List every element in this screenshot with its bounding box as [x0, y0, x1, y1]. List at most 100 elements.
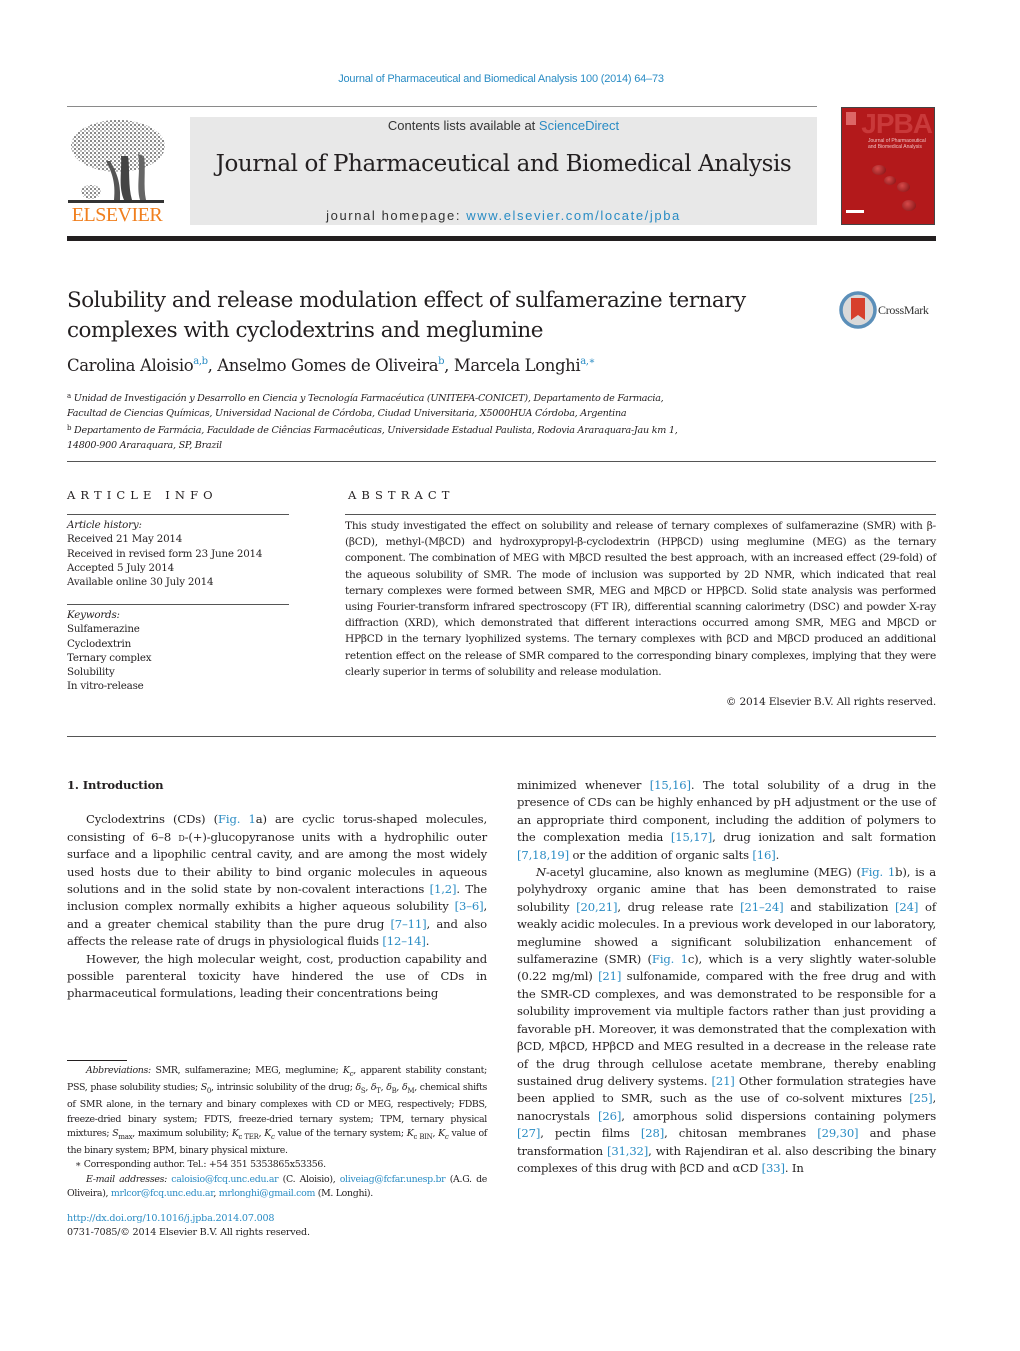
keyword-item[interactable]: In vitro-release [67, 679, 151, 693]
reference-link[interactable]: [21] [711, 1074, 734, 1088]
text-run: , maximum solubility; [132, 1127, 232, 1139]
affiliation-line: b Departamento de Farmácia, Faculdade de… [67, 421, 787, 439]
history-item: Accepted 5 July 2014 [67, 561, 174, 574]
reference-link[interactable]: [25] [909, 1091, 932, 1105]
abstract-divider [345, 514, 936, 515]
reference-link[interactable]: Fig. 1 [861, 865, 895, 879]
crossmark-label: CrossMark [878, 303, 929, 317]
text-run: Cyclodextrins (CDs) ( [86, 812, 218, 827]
journal-cover-thumbnail[interactable]: JPBA Journal of Pharmaceutical and Biome… [841, 107, 935, 225]
author-name[interactable]: Carolina Aloisio [67, 356, 194, 375]
text-run: value of the ternary system; [274, 1127, 407, 1139]
section-divider [67, 461, 936, 462]
reference-link[interactable]: [1,2] [430, 882, 457, 896]
author-name[interactable]: Anselmo Gomes de Oliveira [217, 356, 438, 375]
author-affiliation-marks[interactable]: a,∗ [580, 356, 595, 367]
footnote-divider [67, 1060, 127, 1061]
cover-molecule-shape [872, 165, 886, 175]
author-name[interactable]: Marcela Longhi [454, 356, 581, 375]
reference-link[interactable]: [7,18,19] [517, 848, 569, 862]
abstract-text: This study investigated the effect on so… [345, 520, 936, 678]
journal-masthead: Contents lists available at ScienceDirec… [190, 117, 817, 225]
elsevier-logo[interactable]: ELSEVIER [66, 116, 168, 228]
affiliation-line: 14800-900 Araraquara, SP, Brazil [67, 439, 222, 451]
reference-link[interactable]: [27] [517, 1126, 540, 1140]
email-link[interactable]: mrlcor@fcq.unc.edu.ar [111, 1188, 214, 1199]
reference-link[interactable]: [3–6] [455, 899, 484, 913]
text-run: and stabilization [783, 899, 896, 914]
affiliation-text: Unidad de Investigación y Desarrollo en … [70, 393, 664, 404]
text-run: Abbreviations: [86, 1065, 151, 1076]
reference-link[interactable]: [16] [752, 848, 775, 862]
cover-molecule-shape [897, 182, 910, 192]
affiliation-line: Facultad de Ciencias Químicas, Universid… [67, 407, 627, 419]
footnotes: Abbreviations: SMR, sulfamerazine; MEG, … [67, 1064, 487, 1201]
sciencedirect-link[interactable]: ScienceDirect [539, 118, 619, 133]
contents-availability: Contents lists available at ScienceDirec… [190, 118, 817, 133]
contents-prefix: Contents lists available at [387, 118, 539, 133]
reference-link[interactable]: [20,21] [576, 900, 617, 914]
subscript: c TER [238, 1132, 259, 1141]
homepage-link[interactable]: www.elsevier.com/locate/jpba [466, 208, 681, 223]
doi-block: http://dx.doi.org/10.1016/j.jpba.2014.07… [67, 1212, 310, 1241]
text-run: N [536, 865, 546, 880]
text-run: sulfonamide, compared with the free drug… [517, 969, 937, 1088]
text-run: K [231, 1127, 239, 1139]
body-column-right: minimized whenever [15,16]. The total so… [517, 777, 936, 1177]
email-link[interactable]: oliveiag@fcfar.unesp.br [340, 1174, 446, 1185]
keywords-divider [67, 604, 289, 605]
body-paragraph: minimized whenever [15,16]. The total so… [517, 777, 936, 864]
elsevier-tree-icon [68, 120, 165, 203]
article-info-divider [67, 514, 289, 515]
keywords-label: Keywords: [67, 609, 120, 621]
subscript: max [118, 1132, 133, 1141]
reference-link[interactable]: [28] [641, 1126, 664, 1140]
affiliation-line: a Unidad de Investigación y Desarrollo e… [67, 389, 787, 407]
doi-link[interactable]: http://dx.doi.org/10.1016/j.jpba.2014.07… [67, 1213, 274, 1224]
journal-name: Journal of Pharmaceutical and Biomedical… [215, 151, 792, 177]
reference-link[interactable]: [33] [762, 1161, 785, 1175]
crossmark-icon [839, 291, 877, 329]
email-owner: (M. Longhi). [315, 1188, 374, 1199]
reference-link[interactable]: [26] [598, 1109, 621, 1123]
reference-link[interactable]: [7–11] [390, 917, 426, 931]
reference-link[interactable]: [29,30] [817, 1126, 858, 1140]
text-run: . [425, 934, 430, 949]
journal-citation-link[interactable]: Journal of Pharmaceutical and Biomedical… [0, 73, 1002, 85]
keyword-item[interactable]: Cyclodextrin [67, 637, 151, 651]
reference-link[interactable]: Fig. 1 [218, 812, 256, 826]
reference-link[interactable]: [21–24] [740, 900, 783, 914]
reference-link[interactable]: [21] [598, 969, 621, 983]
keywords-list: Sulfamerazine Cyclodextrin Ternary complex… [67, 622, 152, 693]
history-label: Article history: [67, 519, 142, 531]
cover-subtitle: Journal of Pharmaceutical and Biomedical… [868, 138, 926, 150]
issn-copyright: 0731-7085/© 2014 Elsevier B.V. All right… [67, 1227, 310, 1239]
email-link[interactable]: caloisio@fcq.unc.edu.ar [171, 1174, 278, 1185]
email-link[interactable]: mrlonghi@gmail.com [219, 1188, 316, 1199]
cover-publisher-mark [846, 112, 856, 125]
homepage-prefix: journal homepage: [326, 208, 467, 223]
section-heading: 1. Introduction [67, 778, 164, 792]
reference-link[interactable]: [15,16] [650, 778, 691, 792]
corresponding-author-footnote: ∗ Corresponding author. Tel.: +54 351 53… [75, 1159, 326, 1171]
reference-link[interactable]: Fig. 1 [652, 952, 688, 966]
keyword-item[interactable]: Ternary complex [67, 651, 152, 665]
reference-link[interactable]: [24] [895, 900, 918, 914]
text-run: SMR, sulfamerazine; MEG, meglumine; [150, 1065, 343, 1076]
text-run: , intrinsic solubility of the drug; [211, 1082, 356, 1094]
reference-link[interactable]: [31,32] [607, 1144, 648, 1158]
cover-molecule-shape [884, 176, 896, 185]
cover-barcode [846, 210, 864, 213]
keyword-item[interactable]: Solubility [67, 665, 151, 679]
text-run: However, the high molecular weight, cost… [67, 951, 487, 1001]
text-run: . In [784, 1160, 804, 1175]
body-paragraph: However, the high molecular weight, cost… [67, 951, 487, 1003]
crossmark-button[interactable]: CrossMark [839, 291, 939, 331]
keyword-item[interactable]: Sulfamerazine [67, 622, 151, 636]
author-affiliation-marks[interactable]: a,b [193, 356, 208, 367]
reference-link[interactable]: [15,17] [671, 830, 712, 844]
body-paragraph: N-acetyl glucamine, also known as meglum… [517, 864, 936, 1177]
author-separator: , [207, 356, 218, 375]
reference-link[interactable]: [12–14] [382, 934, 425, 948]
abstract-bottom-divider [67, 736, 936, 737]
